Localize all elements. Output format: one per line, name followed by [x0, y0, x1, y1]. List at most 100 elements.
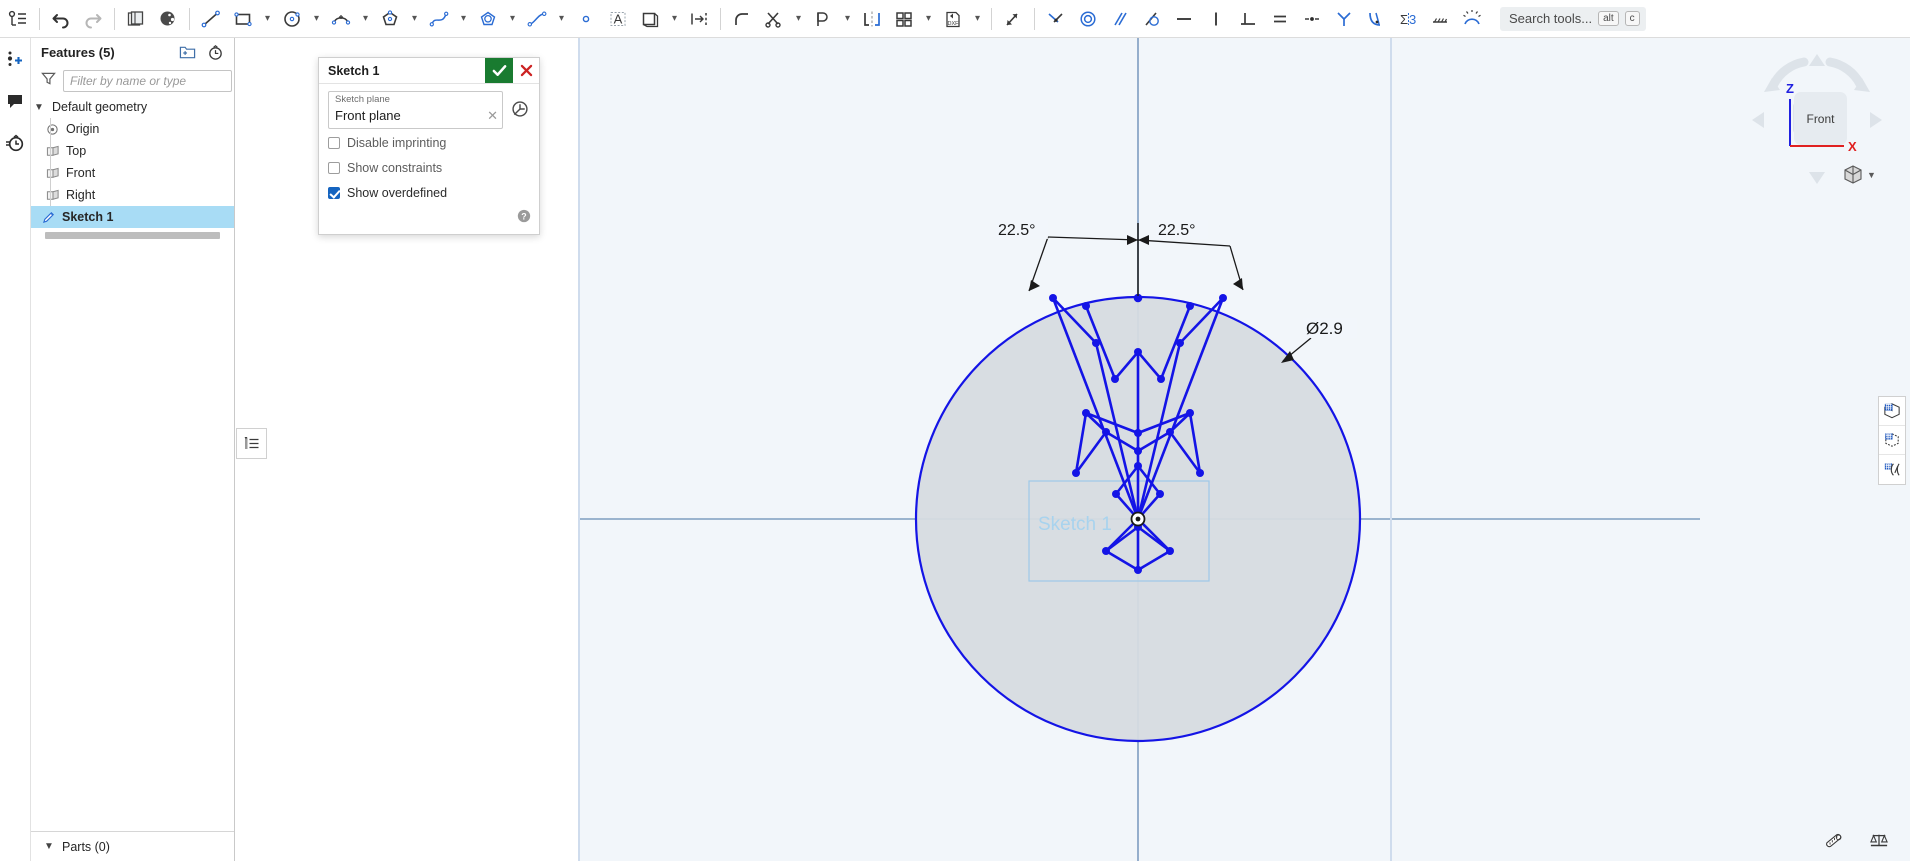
- feature-history-icon[interactable]: [509, 98, 530, 119]
- new-folder-icon[interactable]: [176, 41, 198, 63]
- offset-icon[interactable]: [634, 2, 666, 36]
- tree-group-default-geometry[interactable]: ▼ Default geometry: [31, 96, 234, 118]
- chevron-down-icon[interactable]: ▼: [31, 102, 47, 113]
- vertical-icon[interactable]: [1200, 2, 1232, 36]
- feature-filter-input[interactable]: [63, 70, 232, 92]
- dxf-import-icon[interactable]: DXF: [937, 2, 969, 36]
- chevron-down-icon[interactable]: ▾: [666, 2, 683, 36]
- help-icon[interactable]: ?: [517, 209, 531, 228]
- svg-text:3: 3: [1409, 12, 1416, 27]
- sidebar-item-sketch-1[interactable]: Sketch 1: [31, 206, 234, 228]
- checkbox-icon[interactable]: [328, 137, 340, 149]
- point-icon[interactable]: [570, 2, 602, 36]
- coincident-icon[interactable]: [1040, 2, 1072, 36]
- sidebar-item-right[interactable]: Right: [44, 184, 234, 206]
- rollback-bar[interactable]: [45, 232, 220, 239]
- polygon-icon[interactable]: [374, 2, 406, 36]
- panel-expand-icon[interactable]: [236, 428, 267, 459]
- undo-icon[interactable]: [45, 2, 77, 36]
- line-icon[interactable]: [195, 2, 227, 36]
- show-constraints-checkbox-row[interactable]: Show constraints: [328, 157, 530, 179]
- text-icon[interactable]: A: [602, 2, 634, 36]
- sidebar-item-front[interactable]: Front: [44, 162, 234, 184]
- horizontal-icon[interactable]: [1168, 2, 1200, 36]
- comment-icon[interactable]: [2, 88, 28, 114]
- add-feature-icon[interactable]: [2, 46, 28, 72]
- chevron-down-icon[interactable]: ▾: [308, 2, 325, 36]
- search-tools-input[interactable]: Search tools... alt c: [1500, 6, 1646, 31]
- variable-icon[interactable]: Σ 3: [1392, 2, 1424, 36]
- chevron-down-icon[interactable]: ▾: [553, 2, 570, 36]
- cube-face-front[interactable]: Front: [1794, 92, 1847, 145]
- dimension-icon[interactable]: [683, 2, 715, 36]
- mass-properties-icon[interactable]: [1868, 832, 1890, 855]
- trim-icon[interactable]: [758, 2, 790, 36]
- rectangle-icon[interactable]: [227, 2, 259, 36]
- arc-icon[interactable]: [325, 2, 357, 36]
- parts-label: Parts (0): [62, 839, 110, 854]
- tangent-icon[interactable]: [1136, 2, 1168, 36]
- plane-icon: [44, 145, 61, 158]
- mirror-icon[interactable]: [856, 2, 888, 36]
- chevron-down-icon[interactable]: ▾: [969, 2, 986, 36]
- chevron-down-icon[interactable]: ▾: [259, 2, 276, 36]
- chevron-down-icon[interactable]: ▼: [1867, 170, 1876, 180]
- conic-icon[interactable]: [472, 2, 504, 36]
- chevron-down-icon[interactable]: ▾: [406, 2, 423, 36]
- chevron-down-icon[interactable]: ▾: [790, 2, 807, 36]
- spline2-icon[interactable]: [521, 2, 553, 36]
- chevron-down-icon[interactable]: ▾: [839, 2, 856, 36]
- accept-button[interactable]: [485, 58, 513, 83]
- axis-z-label: Z: [1786, 81, 1794, 96]
- extend-icon[interactable]: [807, 2, 839, 36]
- new-sketch-icon[interactable]: [120, 2, 152, 36]
- disable-imprinting-checkbox-row[interactable]: Disable imprinting: [328, 132, 530, 154]
- history-icon[interactable]: [2, 130, 28, 156]
- toolbar-divider: [189, 7, 190, 30]
- fillet-icon[interactable]: [726, 2, 758, 36]
- show-overdefined-checkbox-row[interactable]: Show overdefined: [328, 182, 530, 204]
- sketch-label-text: Sketch 1: [1038, 514, 1112, 535]
- parts-section-header[interactable]: ▼ Parts (0): [31, 831, 234, 861]
- merge-icon[interactable]: [1328, 2, 1360, 36]
- spline-icon[interactable]: [423, 2, 455, 36]
- circle-icon[interactable]: [276, 2, 308, 36]
- sketch-plane-value: Front plane: [335, 108, 401, 123]
- section-view-icon[interactable]: [1879, 397, 1905, 426]
- view-orientation-button[interactable]: ▼: [1842, 164, 1876, 186]
- sidebar-item-top[interactable]: Top: [44, 140, 234, 162]
- curvature-icon[interactable]: [1360, 2, 1392, 36]
- chevron-down-icon[interactable]: ▼: [41, 841, 57, 852]
- view-cube[interactable]: Z X Front ▼: [1742, 42, 1892, 192]
- display-state-icon[interactable]: [1879, 426, 1905, 455]
- sketch-color-icon[interactable]: [152, 2, 184, 36]
- sidebar-item-origin[interactable]: Origin: [44, 118, 234, 140]
- graphics-viewport[interactable]: Sketch 1 22.5° 22.5° Ø2.9: [578, 38, 1910, 861]
- render-mode-icon[interactable]: [1879, 455, 1905, 484]
- constraint-display-icon[interactable]: [1456, 2, 1488, 36]
- chevron-down-icon[interactable]: ▾: [920, 2, 937, 36]
- redo-icon[interactable]: [77, 2, 109, 36]
- chevron-down-icon[interactable]: ▾: [357, 2, 374, 36]
- construction-icon[interactable]: [1424, 2, 1456, 36]
- transform-icon[interactable]: [997, 2, 1029, 36]
- checkbox-icon[interactable]: [328, 162, 340, 174]
- rollback-history-icon[interactable]: [204, 41, 226, 63]
- chevron-down-icon[interactable]: ▾: [504, 2, 521, 36]
- feature-list-icon[interactable]: [2, 2, 34, 36]
- origin-marker: [1130, 511, 1146, 527]
- equal-icon[interactable]: [1264, 2, 1296, 36]
- midpoint-icon[interactable]: [1296, 2, 1328, 36]
- clear-icon[interactable]: ✕: [487, 109, 498, 122]
- cancel-button[interactable]: [513, 58, 539, 83]
- checkbox-icon[interactable]: [328, 187, 340, 199]
- measure-icon[interactable]: [1824, 832, 1846, 855]
- parallel-icon[interactable]: [1104, 2, 1136, 36]
- sketch-canvas[interactable]: Sketch 1 22.5° 22.5° Ø2.9: [578, 38, 1910, 861]
- perpendicular-icon[interactable]: [1232, 2, 1264, 36]
- chevron-down-icon[interactable]: ▾: [455, 2, 472, 36]
- pattern-icon[interactable]: [888, 2, 920, 36]
- concentric-icon[interactable]: [1072, 2, 1104, 36]
- tree-item-label: Origin: [66, 122, 100, 136]
- sketch-plane-input[interactable]: Sketch plane Front plane ✕: [328, 91, 503, 129]
